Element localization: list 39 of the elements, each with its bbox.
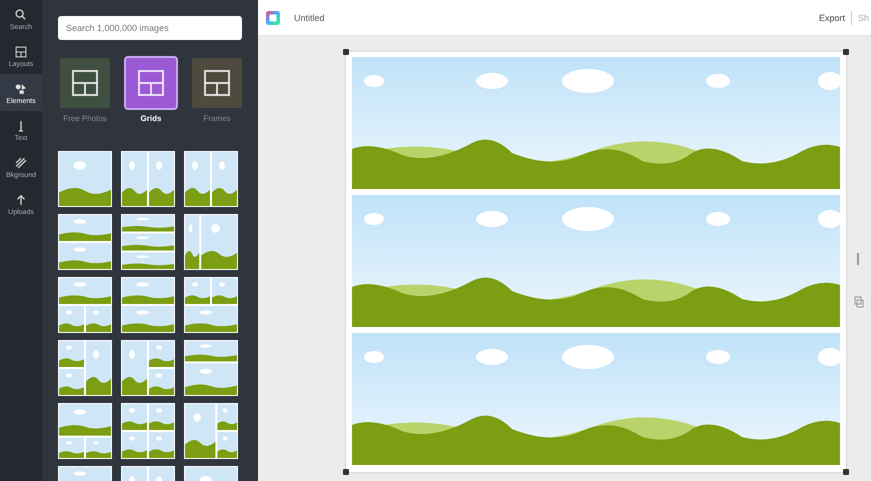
grid-layout-thumbnail[interactable] bbox=[184, 403, 238, 459]
grid-layout-thumbnail[interactable] bbox=[58, 403, 112, 459]
crop-mark-icon bbox=[843, 469, 849, 475]
page-tool-icon[interactable] bbox=[854, 252, 862, 266]
category-icon bbox=[202, 68, 232, 98]
app-logo-icon[interactable] bbox=[266, 10, 280, 24]
grid-layout-thumbnail[interactable] bbox=[58, 277, 112, 333]
copy-icon[interactable] bbox=[854, 296, 864, 308]
category-tile[interactable]: Grids bbox=[126, 58, 176, 123]
layouts-icon bbox=[14, 45, 28, 59]
grid-layout-thumbnail[interactable] bbox=[121, 151, 175, 207]
category-icon bbox=[70, 68, 100, 98]
grid-layout-thumbnail[interactable] bbox=[58, 151, 112, 207]
grid-layout-thumbnail[interactable] bbox=[58, 340, 112, 396]
toolbar-button[interactable]: Export bbox=[812, 10, 851, 24]
grid-layout-thumbnail[interactable] bbox=[184, 340, 238, 396]
category-tile[interactable]: Frames bbox=[192, 58, 242, 123]
grid-layout-thumbnail[interactable] bbox=[184, 277, 238, 333]
landscape-illustration[interactable] bbox=[352, 195, 840, 327]
crop-mark-icon bbox=[843, 49, 849, 55]
grid-layout-thumbnail[interactable] bbox=[184, 151, 238, 207]
grid-layout-thumbnail[interactable] bbox=[58, 214, 112, 270]
category-icon bbox=[136, 68, 166, 98]
search-icon bbox=[14, 8, 28, 22]
crop-mark-icon bbox=[343, 469, 349, 475]
landscape-illustration[interactable] bbox=[352, 333, 840, 465]
grid-layout-thumbnail[interactable] bbox=[184, 214, 238, 270]
category-tile[interactable]: Free Photos bbox=[60, 58, 110, 123]
grid-layout-thumbnail[interactable] bbox=[121, 277, 175, 333]
elements-icon bbox=[14, 82, 28, 96]
grid-layout-thumbnail[interactable] bbox=[121, 214, 175, 270]
document-title[interactable]: Untitled bbox=[294, 12, 325, 22]
background-icon bbox=[14, 156, 28, 170]
search-field[interactable]: Search 1,000,000 images bbox=[58, 16, 242, 40]
landscape-illustration[interactable] bbox=[352, 57, 840, 189]
uploads-icon bbox=[14, 193, 28, 207]
grid-layout-thumbnail[interactable] bbox=[121, 340, 175, 396]
crop-mark-icon bbox=[343, 49, 349, 55]
grid-layout-thumbnail[interactable] bbox=[121, 403, 175, 459]
